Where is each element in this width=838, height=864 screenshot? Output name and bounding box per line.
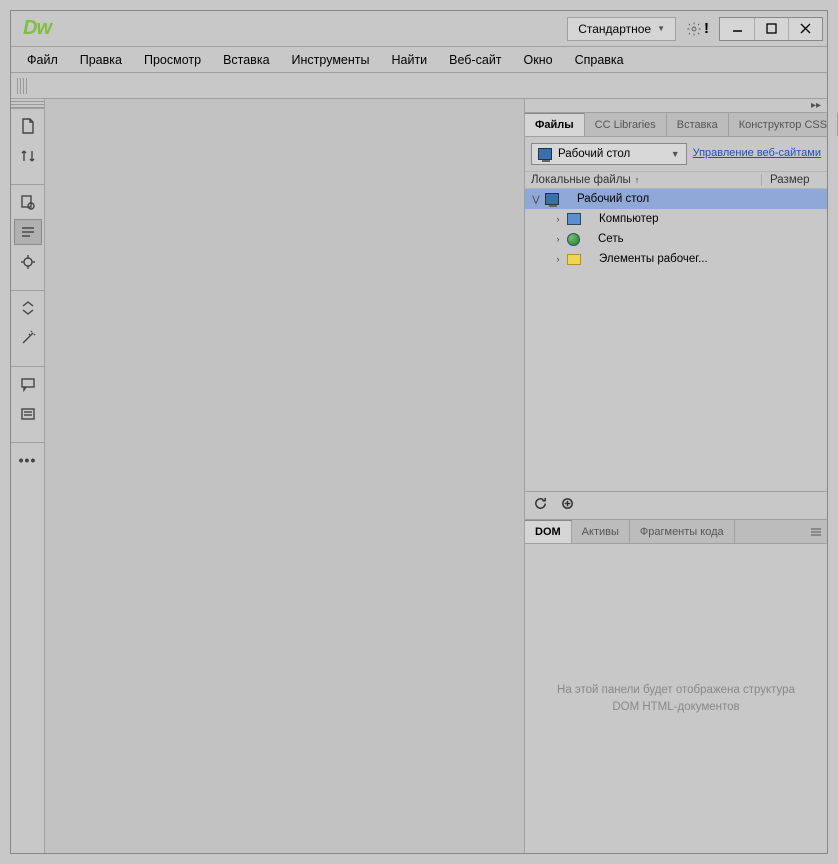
desktop-icon xyxy=(545,193,559,205)
refresh-button[interactable] xyxy=(533,496,548,516)
dom-placeholder: На этой панели будет отображена структур… xyxy=(525,544,827,853)
sync-settings-button[interactable]: ! xyxy=(686,20,709,37)
tool-wand[interactable] xyxy=(14,325,42,351)
manage-sites-link[interactable]: Управление веб-сайтами xyxy=(693,147,821,160)
grip-icon[interactable] xyxy=(17,78,27,94)
menu-edit[interactable]: Правка xyxy=(70,49,132,71)
col-name-label: Локальные файлы xyxy=(531,174,631,186)
file-tree: ⋁ Рабочий стол › Компьютер › xyxy=(525,189,827,491)
files-column-header[interactable]: Локальные файлы ↑ Размер xyxy=(525,172,827,189)
tab-files[interactable]: Файлы xyxy=(525,113,585,136)
document-canvas xyxy=(45,99,525,853)
network-icon xyxy=(567,233,580,246)
tree-row-desktop-items[interactable]: › Элементы рабочег... xyxy=(525,249,827,269)
chevron-down-icon[interactable]: ⋁ xyxy=(531,194,541,205)
toolbar-grip[interactable] xyxy=(11,99,44,109)
files-panel: Рабочий стол ▼ Управление веб-сайтами Ло… xyxy=(525,137,827,519)
left-toolbar: ••• xyxy=(11,99,45,853)
chevron-right-icon[interactable]: › xyxy=(553,214,563,224)
sort-up-icon: ↑ xyxy=(635,175,640,185)
files-panel-footer xyxy=(525,491,827,519)
tool-new-file[interactable] xyxy=(14,113,42,139)
menu-site[interactable]: Веб-сайт xyxy=(439,49,511,71)
computer-icon xyxy=(567,213,581,225)
chevron-down-icon: ▼ xyxy=(671,149,680,159)
sync-site-button[interactable] xyxy=(560,496,575,516)
tool-expand[interactable] xyxy=(14,295,42,321)
tool-target[interactable] xyxy=(14,249,42,275)
desktop-icon xyxy=(538,148,552,160)
window-controls xyxy=(719,17,823,41)
dom-panel-tabs: DOM Активы Фрагменты кода xyxy=(525,520,827,544)
gear-icon xyxy=(686,21,702,37)
tool-swap[interactable] xyxy=(14,143,42,169)
dom-panel: DOM Активы Фрагменты кода На этой панели… xyxy=(525,519,827,853)
tab-snippets[interactable]: Фрагменты кода xyxy=(630,520,735,543)
menu-help[interactable]: Справка xyxy=(565,49,634,71)
menu-find[interactable]: Найти xyxy=(381,49,437,71)
tree-label: Элементы рабочег... xyxy=(599,253,708,265)
panel-collapse-button[interactable]: ▸▸ xyxy=(525,99,827,113)
tab-assets[interactable]: Активы xyxy=(572,520,630,543)
app-logo: Dw xyxy=(15,17,59,40)
chevron-right-icon[interactable]: › xyxy=(553,234,563,244)
menu-view[interactable]: Просмотр xyxy=(134,49,211,71)
titlebar: Dw Стандартное ▼ ! xyxy=(11,11,827,47)
folder-icon xyxy=(567,254,581,265)
close-button[interactable] xyxy=(788,18,822,40)
tool-list[interactable] xyxy=(14,401,42,427)
tree-label: Сеть xyxy=(598,233,624,245)
menubar: Файл Правка Просмотр Вставка Инструменты… xyxy=(11,47,827,73)
tab-css-designer[interactable]: Конструктор CSS xyxy=(729,113,838,136)
tab-cc-libraries[interactable]: CC Libraries xyxy=(585,113,667,136)
tree-row-computer[interactable]: › Компьютер xyxy=(525,209,827,229)
panel-menu-button[interactable] xyxy=(805,520,827,543)
menu-window[interactable]: Окно xyxy=(514,49,563,71)
tree-label: Рабочий стол xyxy=(577,193,649,205)
workspace-switcher[interactable]: Стандартное ▼ xyxy=(567,17,676,41)
workspace-label: Стандартное xyxy=(578,22,651,36)
tree-row-root[interactable]: ⋁ Рабочий стол xyxy=(525,189,827,209)
maximize-button[interactable] xyxy=(754,18,788,40)
toolbar-separator xyxy=(11,359,44,367)
toolbar-separator xyxy=(11,177,44,185)
tab-dom[interactable]: DOM xyxy=(525,520,572,543)
chevron-right-icon[interactable]: › xyxy=(553,254,563,264)
files-panel-tabs: Файлы CC Libraries Вставка Конструктор C… xyxy=(525,113,827,137)
right-panel-stack: ▸▸ Файлы CC Libraries Вставка Конструкто… xyxy=(525,99,827,853)
document-tabstrip xyxy=(11,73,827,99)
tool-comment[interactable] xyxy=(14,371,42,397)
toolbar-separator xyxy=(11,283,44,291)
menu-tools[interactable]: Инструменты xyxy=(282,49,380,71)
minimize-button[interactable] xyxy=(720,18,754,40)
menu-file[interactable]: Файл xyxy=(17,49,68,71)
tool-more[interactable]: ••• xyxy=(14,447,42,473)
chevron-down-icon: ▼ xyxy=(657,24,665,33)
toolbar-separator xyxy=(11,435,44,443)
site-dropdown[interactable]: Рабочий стол ▼ xyxy=(531,143,687,165)
menu-insert[interactable]: Вставка xyxy=(213,49,279,71)
tool-inspect[interactable] xyxy=(14,189,42,215)
tree-label: Компьютер xyxy=(599,213,659,225)
tree-row-network[interactable]: › Сеть xyxy=(525,229,827,249)
col-size-label: Размер xyxy=(761,174,821,186)
tab-insert[interactable]: Вставка xyxy=(667,113,729,136)
app-window: Dw Стандартное ▼ ! Файл Правка Просмотр … xyxy=(0,0,838,864)
exclaim-icon: ! xyxy=(704,20,709,37)
site-selected-label: Рабочий стол xyxy=(558,148,630,160)
tool-live-view[interactable] xyxy=(14,219,42,245)
